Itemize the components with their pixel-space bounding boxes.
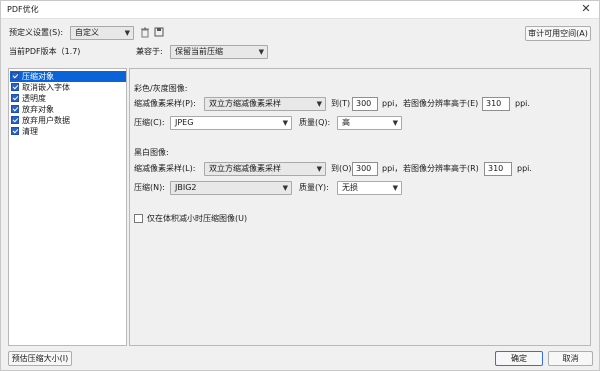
chevron-down-icon: ▼	[282, 184, 288, 192]
preset-label: 预定义设置(S):	[9, 28, 64, 37]
compat-select[interactable]: 保留当前压缩 ▼	[170, 45, 268, 59]
mono-target-ppi-input[interactable]: 300	[352, 162, 378, 176]
color-compression-label: 压缩(C):	[134, 118, 165, 127]
sidebar-item-label: 透明度	[22, 94, 46, 103]
checkbox-unchecked-icon[interactable]	[134, 214, 143, 223]
compat-label: 兼容于:	[136, 47, 163, 56]
color-quality-select[interactable]: 高 ▼	[337, 116, 402, 130]
color-downsample-select[interactable]: 双立方缩减像素采样 ▼	[204, 97, 326, 111]
mono-quality-label: 质量(Y):	[299, 183, 329, 192]
save-icon[interactable]	[153, 27, 165, 39]
ok-button[interactable]: 确定	[495, 351, 543, 366]
color-compression-value: JPEG	[175, 118, 194, 127]
mono-compression-select[interactable]: JBIG2 ▼	[170, 181, 292, 195]
sidebar-item-label: 压缩对象	[22, 72, 54, 81]
color-downsample-label: 缩减像素采样(P):	[134, 99, 196, 108]
mono-compression-value: JBIG2	[175, 183, 197, 192]
sidebar-item-discard-objects[interactable]: 放弃对象	[10, 104, 126, 115]
color-above-label: 若图像分辨率高于(E)	[403, 99, 479, 108]
sidebar-item-discard-user-data[interactable]: 放弃用户数据	[10, 115, 126, 126]
sidebar-item-label: 取消嵌入字体	[22, 83, 70, 92]
checkbox-checked-icon[interactable]	[11, 72, 19, 80]
chevron-down-icon: ▼	[258, 48, 264, 56]
sidebar-item-label: 放弃用户数据	[22, 116, 70, 125]
mono-downsample-value: 双立方缩减像素采样	[209, 164, 281, 173]
pdf-optimize-dialog: PDF优化 ✕ 预定义设置(S): 自定义 ▼ 审计可用空间(A) 当前PDF版…	[0, 0, 600, 371]
title-bar: PDF优化 ✕	[1, 1, 599, 19]
checkbox-checked-icon[interactable]	[11, 83, 19, 91]
checkbox-checked-icon[interactable]	[11, 105, 19, 113]
mono-ppi-unit: ppi，	[382, 164, 403, 173]
color-to-label: 到(T)	[331, 99, 351, 108]
category-list: 压缩对象 取消嵌入字体 透明度 放弃对象 放弃用户数据 清理	[8, 68, 127, 346]
sidebar-item-unembed-fonts[interactable]: 取消嵌入字体	[10, 82, 126, 93]
trash-icon[interactable]	[139, 27, 151, 39]
checkbox-checked-icon[interactable]	[11, 127, 19, 135]
mono-images-heading: 黑白图像:	[134, 148, 169, 157]
compat-value: 保留当前压缩	[175, 47, 223, 56]
audit-space-button[interactable]: 审计可用空间(A)	[525, 26, 591, 41]
chevron-down-icon: ▼	[282, 119, 288, 127]
color-images-heading: 彩色/灰度图像:	[134, 84, 188, 93]
color-quality-value: 高	[342, 118, 350, 127]
sidebar-item-clean-up[interactable]: 清理	[10, 126, 126, 137]
mono-downsample-label: 缩减像素采样(L):	[134, 164, 196, 173]
color-downsample-value: 双立方缩减像素采样	[209, 99, 281, 108]
chevron-down-icon: ▼	[316, 100, 322, 108]
mono-quality-value: 无损	[342, 183, 358, 192]
cancel-button[interactable]: 取消	[548, 351, 593, 366]
mono-compression-label: 压缩(N):	[134, 183, 165, 192]
preset-select[interactable]: 自定义 ▼	[70, 26, 134, 40]
sidebar-item-label: 放弃对象	[22, 105, 54, 114]
preset-value: 自定义	[75, 28, 99, 37]
chevron-down-icon: ▼	[392, 184, 398, 192]
color-ppi-unit: ppi，	[382, 99, 403, 108]
mono-quality-select[interactable]: 无损 ▼	[337, 181, 402, 195]
estimate-size-button[interactable]: 预估压缩大小(I)	[8, 351, 72, 366]
sidebar-item-compress-objects[interactable]: 压缩对象	[10, 71, 126, 82]
compress-if-smaller-option[interactable]: 仅在体积减小时压缩图像(U)	[134, 213, 334, 225]
checkbox-checked-icon[interactable]	[11, 94, 19, 102]
close-icon[interactable]: ✕	[579, 2, 593, 15]
color-target-ppi-input[interactable]: 300	[352, 97, 378, 111]
mono-to-label: 到(O)	[331, 164, 352, 173]
chevron-down-icon: ▼	[392, 119, 398, 127]
checkbox-checked-icon[interactable]	[11, 116, 19, 124]
sidebar-item-transparency[interactable]: 透明度	[10, 93, 126, 104]
color-compression-select[interactable]: JPEG ▼	[170, 116, 292, 130]
pdf-version-label: 当前PDF版本（1.7)	[9, 47, 81, 56]
color-ppi-unit-2: ppi.	[515, 99, 530, 108]
mono-downsample-select[interactable]: 双立方缩减像素采样 ▼	[204, 162, 326, 176]
color-threshold-ppi-input[interactable]: 310	[482, 97, 510, 111]
chevron-down-icon: ▼	[124, 29, 130, 37]
mono-ppi-unit-2: ppi.	[517, 164, 532, 173]
chevron-down-icon: ▼	[316, 165, 322, 173]
color-quality-label: 质量(Q):	[299, 118, 331, 127]
mono-threshold-ppi-input[interactable]: 310	[484, 162, 512, 176]
window-title: PDF优化	[7, 5, 39, 14]
compress-if-smaller-label: 仅在体积减小时压缩图像(U)	[147, 214, 248, 223]
sidebar-item-label: 清理	[22, 127, 38, 136]
mono-above-label: 若图像分辨率高于(R)	[403, 164, 479, 173]
